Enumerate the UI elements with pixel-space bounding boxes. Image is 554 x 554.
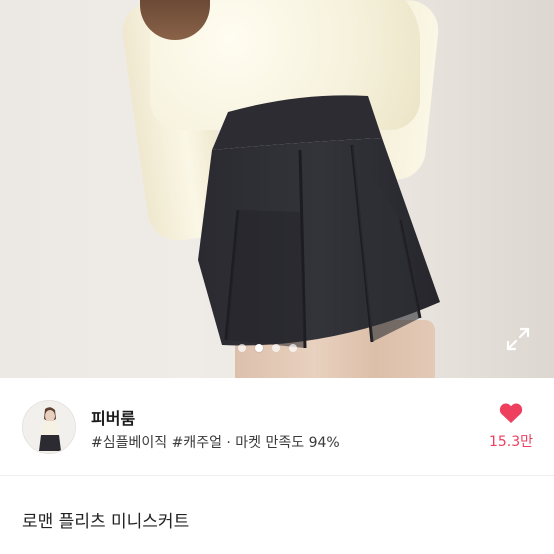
product-title: 로맨 플리츠 미니스커트 — [22, 512, 190, 532]
section-divider — [0, 475, 554, 476]
heart-icon[interactable] — [499, 402, 523, 424]
pleated-skirt — [198, 95, 440, 349]
seller-info-row: 피버룸 #심플베이직 #캐주얼 · 마켓 만족도 94% 15.3만 — [0, 378, 554, 478]
product-image[interactable] — [0, 0, 554, 378]
page-dot-3[interactable] — [272, 344, 280, 352]
seller-avatar-image — [23, 401, 75, 453]
page-dot-4[interactable] — [289, 344, 297, 352]
like-count: 15.3만 — [488, 434, 534, 450]
seller-avatar[interactable] — [22, 400, 76, 454]
page-dot-2-active[interactable] — [255, 344, 263, 352]
page-dot-1[interactable] — [238, 344, 246, 352]
product-detail-page: 피버룸 #심플베이직 #캐주얼 · 마켓 만족도 94% 15.3만 로맨 플리… — [0, 0, 554, 554]
like-button[interactable]: 15.3만 — [480, 402, 542, 451]
expand-arrows-icon[interactable] — [505, 326, 531, 352]
image-page-indicator — [238, 344, 297, 352]
seller-tags: #심플베이직 #캐주얼 · 마켓 만족도 94% — [91, 435, 340, 451]
seller-name[interactable]: 피버룸 — [91, 405, 135, 429]
